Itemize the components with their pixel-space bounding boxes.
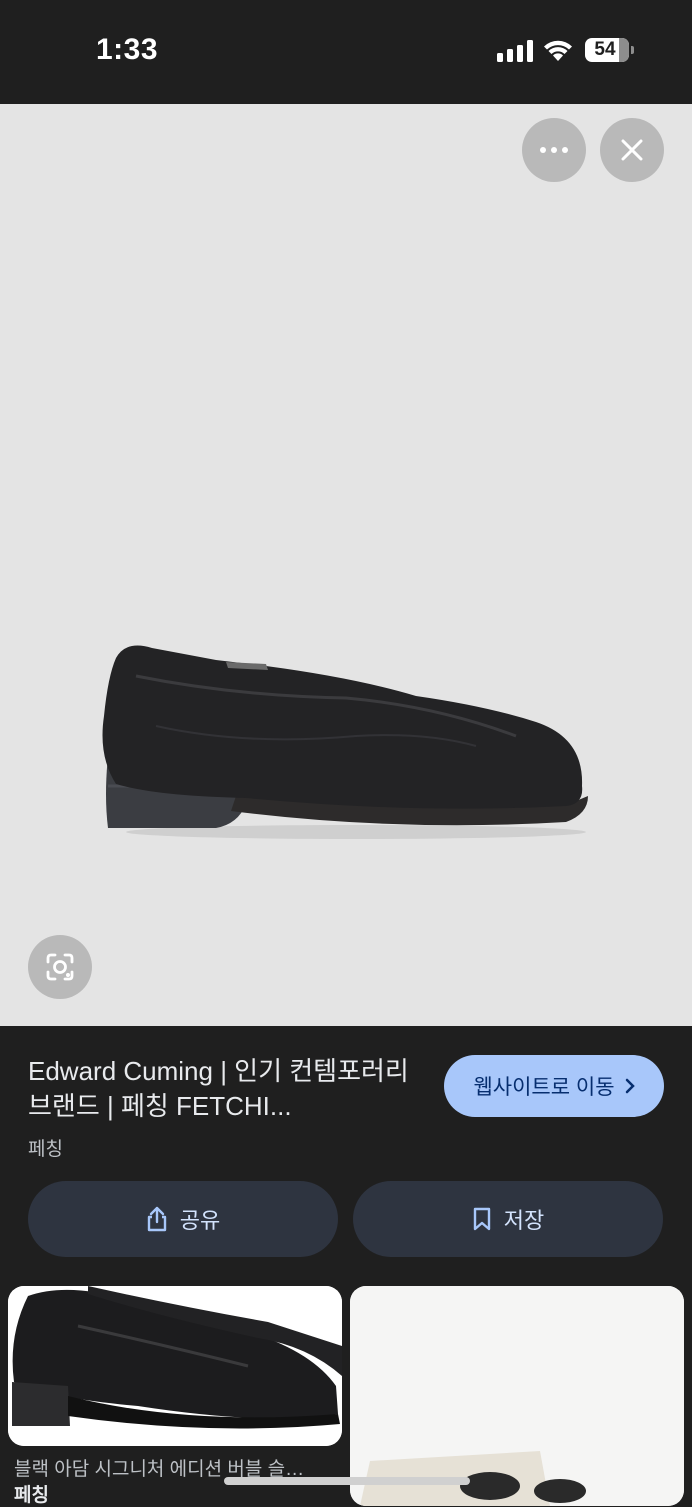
related-shoe-image bbox=[8, 1286, 342, 1446]
related-source[interactable]: 페칭 bbox=[14, 1480, 49, 1507]
bookmark-icon bbox=[473, 1207, 490, 1231]
product-image-shoe bbox=[102, 645, 588, 839]
visit-website-label: 웹사이트로 이동 bbox=[473, 1076, 615, 1099]
share-label: 공유 bbox=[179, 1208, 221, 1233]
lens-search-button[interactable] bbox=[28, 935, 92, 999]
chevron-right-icon bbox=[625, 1078, 635, 1094]
more-options-button[interactable] bbox=[522, 118, 586, 182]
related-product-image bbox=[350, 1286, 684, 1506]
related-result-card[interactable] bbox=[350, 1286, 684, 1506]
related-result-card[interactable] bbox=[8, 1286, 342, 1446]
save-button[interactable]: 저장 bbox=[353, 1181, 663, 1257]
result-source[interactable]: 페칭 bbox=[28, 1134, 63, 1161]
battery-icon: 54 bbox=[585, 38, 629, 62]
share-button[interactable]: 공유 bbox=[28, 1181, 338, 1257]
image-viewer[interactable] bbox=[0, 104, 692, 1026]
result-title[interactable]: Edward Cuming | 인기 컨템포러리 브랜드 | 페칭 FETCHI… bbox=[28, 1054, 428, 1124]
cellular-signal-icon bbox=[497, 40, 533, 62]
share-icon bbox=[147, 1206, 166, 1232]
wifi-icon bbox=[544, 40, 572, 61]
visit-website-button[interactable]: 웹사이트로 이동 bbox=[444, 1055, 664, 1117]
save-label: 저장 bbox=[503, 1208, 545, 1233]
status-bar: 1:33 54 bbox=[0, 0, 692, 104]
close-button[interactable] bbox=[600, 118, 664, 182]
home-indicator[interactable] bbox=[224, 1477, 470, 1485]
battery-level: 54 bbox=[594, 39, 616, 60]
status-time: 1:33 bbox=[96, 33, 159, 66]
close-icon bbox=[621, 139, 643, 161]
more-horizontal-icon bbox=[540, 147, 568, 153]
lens-icon bbox=[46, 953, 74, 981]
